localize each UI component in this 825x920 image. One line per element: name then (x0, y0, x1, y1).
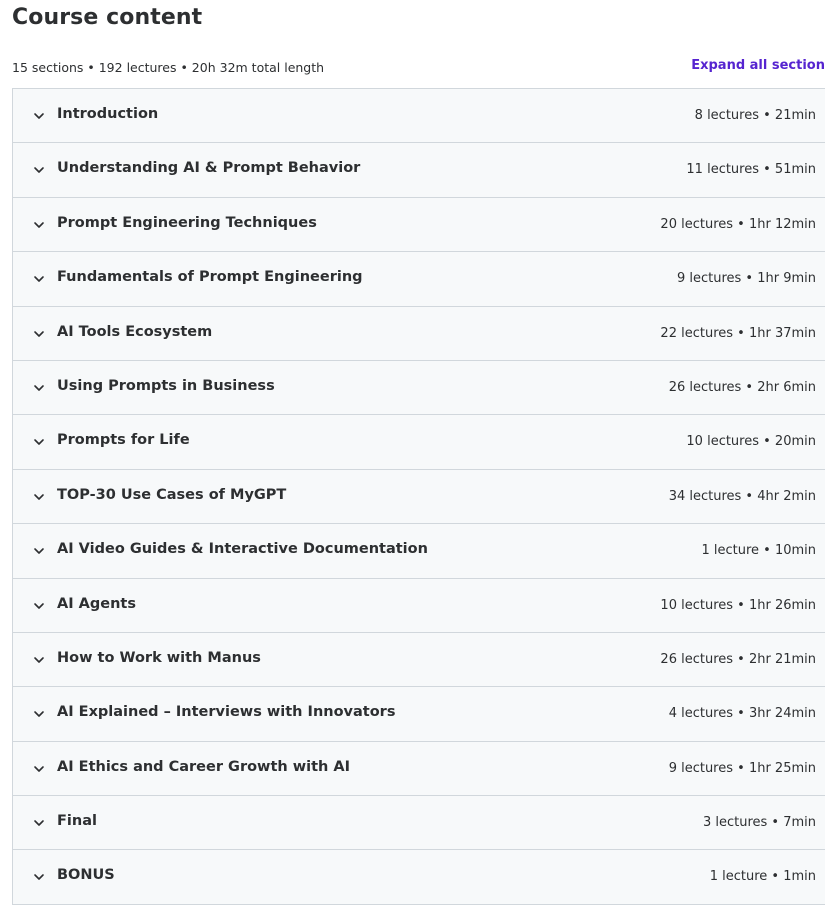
section-title: Prompts for Life (57, 432, 190, 449)
expand-all-sections-button[interactable]: Expand all section (691, 58, 825, 73)
chevron-down-icon (32, 870, 46, 884)
section-row[interactable]: Prompt Engineering Techniques 20 lecture… (13, 197, 825, 253)
section-lecture-count: 20 lectures • 1hr 12min (660, 216, 816, 232)
section-row[interactable]: Introduction 8 lectures • 21min (13, 89, 825, 144)
chevron-down-icon (32, 490, 46, 504)
section-row[interactable]: How to Work with Manus 26 lectures • 2hr… (13, 632, 825, 688)
section-title: AI Explained – Interviews with Innovator… (57, 704, 396, 721)
course-content-panel: Course content 15 sections • 192 lecture… (0, 0, 825, 920)
section-lecture-count: 9 lectures • 1hr 25min (668, 760, 816, 776)
chevron-down-icon (32, 272, 46, 286)
section-title: Introduction (57, 106, 159, 122)
chevron-down-icon (32, 653, 46, 667)
chevron-down-icon (32, 218, 46, 232)
section-lecture-count: 11 lectures • 51min (686, 162, 816, 178)
section-title: AI Tools Ecosystem (57, 323, 213, 340)
section-row[interactable]: Final 3 lectures • 7min (13, 796, 825, 851)
section-lecture-count: 34 lectures • 4hr 2min (668, 488, 816, 504)
chevron-down-icon (32, 544, 46, 558)
section-lecture-count: 1 lecture • 10min (701, 543, 816, 559)
section-title: AI Ethics and Career Growth with AI (57, 758, 351, 775)
chevron-down-icon (32, 762, 46, 776)
section-row[interactable]: Understanding AI & Prompt Behavior 11 le… (13, 143, 825, 198)
section-lecture-count: 9 lectures • 1hr 9min (676, 271, 816, 287)
section-title: AI Video Guides & Interactive Documentat… (57, 541, 428, 558)
section-row[interactable]: AI Tools Ecosystem 22 lectures • 1hr 37m… (13, 306, 825, 361)
course-summary: 15 sections • 192 lectures • 20h 32m tot… (12, 60, 325, 75)
section-row[interactable]: BONUS 1 lecture • 1min (13, 850, 825, 905)
section-title: Using Prompts in Business (57, 377, 275, 394)
chevron-down-icon (32, 707, 46, 721)
section-lecture-count: 4 lectures • 3hr 24min (668, 706, 816, 722)
chevron-down-icon (32, 381, 46, 395)
course-summary-row: 15 sections • 192 lectures • 20h 32m tot… (12, 58, 825, 78)
page-title: Course content (12, 5, 203, 30)
section-row[interactable]: AI Ethics and Career Growth with AI 9 le… (13, 741, 825, 797)
section-list: Introduction 8 lectures • 21min Understa… (12, 88, 825, 905)
section-row[interactable]: Using Prompts in Business 26 lectures • … (13, 360, 825, 416)
chevron-down-icon (32, 163, 46, 177)
section-row[interactable]: TOP-30 Use Cases of MyGPT 34 lectures • … (13, 469, 825, 525)
section-title: AI Agents (57, 595, 136, 612)
section-lecture-count: 22 lectures • 1hr 37min (660, 325, 816, 341)
section-row[interactable]: AI Explained – Interviews with Innovator… (13, 687, 825, 742)
section-title: Fundamentals of Prompt Engineering (57, 269, 363, 286)
section-lecture-count: 26 lectures • 2hr 21min (660, 651, 816, 667)
section-title: Prompt Engineering Techniques (57, 214, 317, 231)
section-title: TOP-30 Use Cases of MyGPT (57, 486, 287, 503)
section-lecture-count: 3 lectures • 7min (702, 815, 816, 831)
section-row[interactable]: Prompts for Life 10 lectures • 20min (13, 415, 825, 470)
section-row[interactable]: Fundamentals of Prompt Engineering 9 lec… (13, 252, 825, 307)
section-title: Final (57, 813, 97, 830)
section-lecture-count: 26 lectures • 2hr 6min (668, 379, 816, 395)
chevron-down-icon (32, 599, 46, 613)
chevron-down-icon (32, 327, 46, 341)
section-lecture-count: 10 lectures • 1hr 26min (660, 597, 816, 613)
section-lecture-count: 10 lectures • 20min (686, 434, 816, 450)
section-row[interactable]: AI Video Guides & Interactive Documentat… (13, 524, 825, 579)
chevron-down-icon (32, 435, 46, 449)
section-row[interactable]: AI Agents 10 lectures • 1hr 26min (13, 578, 825, 633)
section-lecture-count: 1 lecture • 1min (709, 869, 816, 885)
section-title: Understanding AI & Prompt Behavior (57, 160, 361, 177)
chevron-down-icon (32, 109, 46, 123)
section-lecture-count: 8 lectures • 21min (694, 108, 816, 123)
section-title: How to Work with Manus (57, 649, 261, 666)
section-title: BONUS (57, 867, 115, 884)
chevron-down-icon (32, 816, 46, 830)
